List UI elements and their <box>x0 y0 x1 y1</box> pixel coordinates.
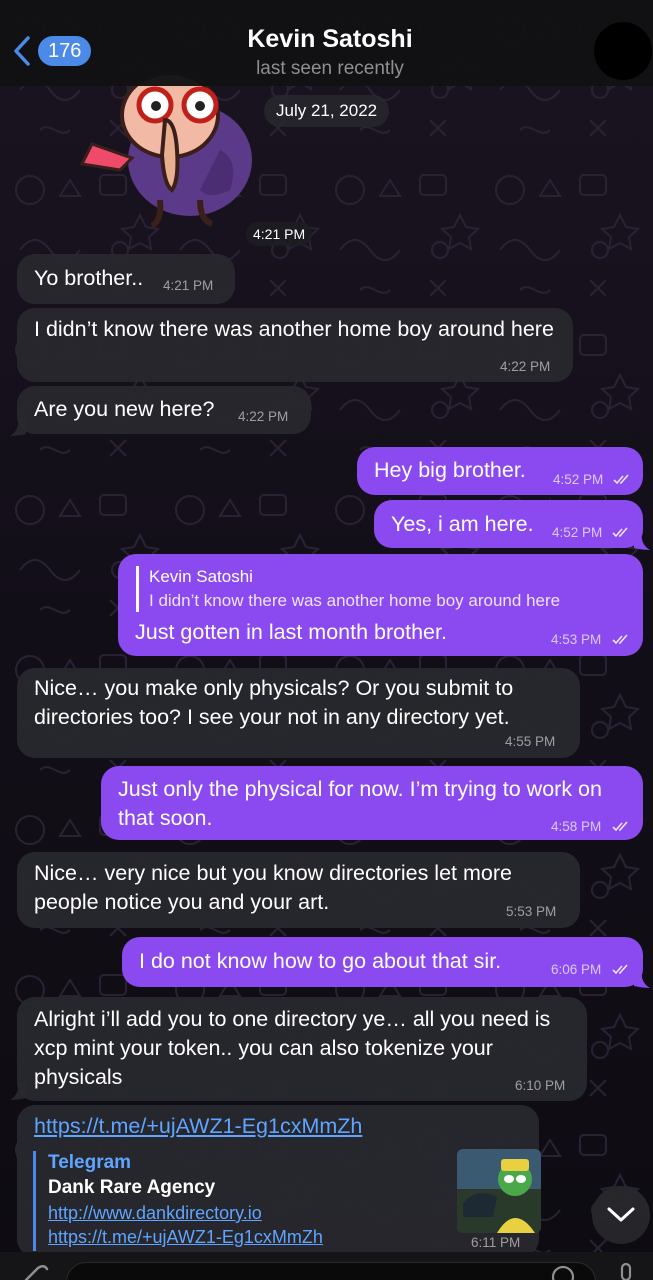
incoming-message[interactable]: Yo brother.. 4:21 PM <box>17 254 235 304</box>
contact-status: last seen recently <box>256 58 404 79</box>
message-text: Just gotten in last month brother. <box>135 620 447 644</box>
incoming-message[interactable]: Are you new here? 4:22 PM <box>17 386 311 434</box>
preview-thumbnail[interactable] <box>457 1149 541 1233</box>
incoming-message[interactable]: Alright i’ll add you to one directory ye… <box>17 997 587 1101</box>
reply-author: Kevin Satoshi <box>149 567 253 586</box>
chat-header: 176 Kevin Satoshi last seen recently <box>0 0 653 86</box>
read-ticks-icon <box>612 821 628 832</box>
scroll-to-bottom-button[interactable] <box>592 1186 650 1244</box>
sticker-timestamp: 4:21 PM <box>246 222 313 246</box>
preview-title: Dank Rare Agency <box>48 1177 216 1198</box>
link-preview[interactable]: Telegram Dank Rare Agency http://www.dan… <box>33 1151 523 1251</box>
unread-count-badge: 176 <box>38 36 92 66</box>
message-text: I do not know how to go about that sir. <box>139 949 502 973</box>
outgoing-message[interactable]: Just only the physical for now. I’m tryi… <box>101 766 643 840</box>
message-link[interactable]: https://t.me/+ujAWZ1-Eg1cxMmZh <box>34 1112 362 1141</box>
outgoing-message[interactable]: I do not know how to go about that sir. … <box>122 937 643 987</box>
contact-name: Kevin Satoshi <box>247 25 413 53</box>
back-chevron-icon <box>14 36 30 66</box>
paperclip-icon[interactable] <box>20 1262 50 1280</box>
chevron-down-icon <box>607 1207 635 1222</box>
outgoing-message[interactable]: Hey big brother. 4:52 PM <box>357 447 643 495</box>
microphone-icon[interactable] <box>616 1262 636 1280</box>
message-time: 4:53 PM <box>551 632 602 647</box>
date-divider: July 21, 2022 <box>264 95 390 127</box>
message-time: 4:21 PM <box>163 278 214 293</box>
chat-title[interactable]: Kevin Satoshi last seen recently <box>150 24 510 82</box>
message-time: 4:58 PM <box>551 819 602 834</box>
plague-doctor-sticker[interactable] <box>70 60 280 235</box>
reply-snippet: I didn’t know there was another home boy… <box>149 591 561 610</box>
message-time: 5:53 PM <box>506 904 557 919</box>
back-button[interactable]: 176 <box>10 30 100 72</box>
message-time: 6:11 PM <box>471 1235 521 1250</box>
incoming-message[interactable]: Nice… you make only physicals? Or you su… <box>17 668 580 758</box>
outgoing-message[interactable]: Yes, i am here. 4:52 PM <box>374 500 643 548</box>
message-text: Nice… you make only physicals? Or you su… <box>34 676 514 729</box>
message-time: 4:52 PM <box>552 525 603 540</box>
preview-description[interactable]: http://www.dankdirectory.io https://t.me… <box>48 1201 418 1249</box>
read-ticks-icon <box>612 634 628 645</box>
message-time: 4:55 PM <box>505 734 556 749</box>
reply-quote[interactable]: Kevin Satoshi I didn’t know there was an… <box>136 566 560 612</box>
message-text: Nice… very nice but you know directories… <box>34 861 512 914</box>
message-time: 4:22 PM <box>238 409 289 424</box>
message-time: 4:22 PM <box>500 359 551 374</box>
read-ticks-icon <box>612 964 628 975</box>
contact-avatar[interactable] <box>594 22 652 80</box>
message-time: 4:52 PM <box>553 472 604 487</box>
message-time: 6:10 PM <box>515 1078 566 1093</box>
message-time: 6:06 PM <box>551 962 602 977</box>
message-text: Yes, i am here. <box>391 512 534 536</box>
incoming-message[interactable]: I didn’t know there was another home boy… <box>17 308 573 382</box>
preview-site-name: Telegram <box>48 1152 132 1173</box>
message-composer <box>0 1252 653 1280</box>
message-text: Are you new here? <box>34 397 215 421</box>
sticker-icon[interactable] <box>550 1264 576 1280</box>
message-text: Hey big brother. <box>374 458 526 482</box>
read-ticks-icon <box>612 527 628 538</box>
message-text: Alright i’ll add you to one directory ye… <box>34 1007 551 1089</box>
incoming-message[interactable]: Nice… very nice but you know directories… <box>17 852 580 928</box>
message-text: Yo brother.. <box>34 266 144 290</box>
message-input[interactable] <box>66 1262 596 1280</box>
outgoing-reply-message[interactable]: Kevin Satoshi I didn’t know there was an… <box>118 554 643 656</box>
incoming-link-message[interactable]: https://t.me/+ujAWZ1-Eg1cxMmZh Telegram … <box>17 1105 541 1257</box>
message-text: I didn’t know there was another home boy… <box>34 317 554 341</box>
chat-screen: 176 Kevin Satoshi last seen recently Jul… <box>0 0 653 1280</box>
read-ticks-icon <box>613 474 629 485</box>
